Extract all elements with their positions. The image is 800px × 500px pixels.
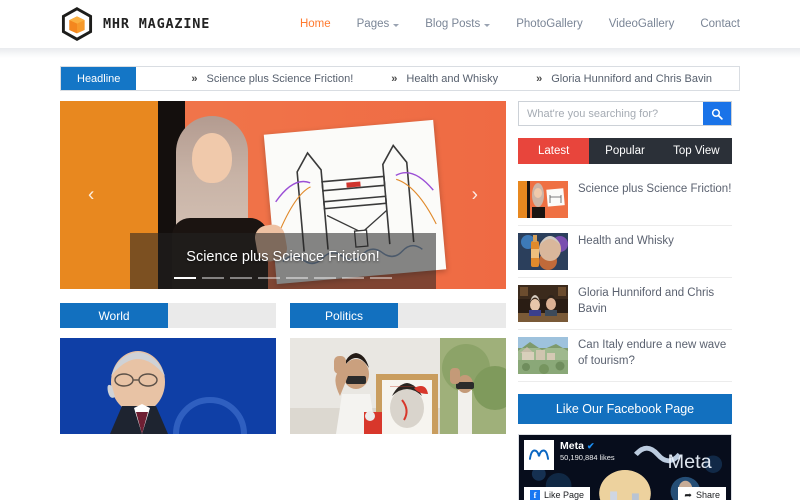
tab-popular[interactable]: Popular [589,138,661,164]
search-icon [711,108,723,120]
section-tabbar: Politics [290,303,506,328]
svg-text:Meta: Meta [668,451,712,473]
headline-item-label: Science plus Science Friction! [206,72,354,85]
facebook-page-avatar [524,440,554,470]
nav-item-photogallery[interactable]: PhotoGallery [516,18,582,30]
headline-item-label: Gloria Hunniford and Chris Bavin [551,72,713,85]
list-item[interactable]: Health and Whisky [518,226,732,278]
search-bar [518,101,732,126]
headline-track: » Science plus Science Friction! » Healt… [136,67,739,90]
nav-item-blog-posts[interactable]: Blog Posts [425,18,491,30]
facebook-share-button[interactable]: ➦ Share [678,487,726,500]
facebook-f-icon: f [530,490,540,500]
slider-indicator-dot[interactable] [314,276,336,279]
slider-indicators [140,276,426,279]
nav-item-label: Blog Posts [425,18,481,30]
share-arrow-icon: ➦ [684,489,692,500]
section-image-world[interactable] [60,338,276,434]
list-item[interactable]: Science plus Science Friction! [518,174,732,226]
headline-badge: Headline [61,67,137,90]
nav-item-videogallery[interactable]: VideoGallery [609,18,675,30]
facebook-share-label: Share [695,490,720,500]
facebook-like-page-button[interactable]: f Like Page [524,487,591,500]
nav-item-home[interactable]: Home [300,18,331,30]
main-column: ‹ › Science plus Science Friction! World… [60,101,506,434]
slider-indicator-dot[interactable] [342,276,364,279]
facebook-likes-count: 50,190,884 likes [560,452,615,462]
headline-item-label: Health and Whisky [406,72,499,85]
slider-indicator-dot[interactable] [286,276,308,279]
slider-indicator-dot[interactable] [202,276,224,279]
post-thumbnail [518,285,568,322]
featured-slider[interactable]: ‹ › Science plus Science Friction! [60,101,506,289]
brand-logo[interactable]: MHR MAGAZINE [60,7,210,41]
list-item[interactable]: Gloria Hunniford and Chris Bavin [518,278,732,330]
svg-text:—————: ————— [390,384,415,390]
facebook-like-page-label: Like Page [544,490,585,500]
tab-latest[interactable]: Latest [518,138,590,164]
slide-caption: Science plus Science Friction! [130,232,436,289]
slide-caption-title: Science plus Science Friction! [186,248,380,265]
main-navigation: Home Pages Blog Posts PhotoGallery Video… [300,18,740,30]
nav-item-label: PhotoGallery [516,18,583,30]
post-thumbnail [518,337,568,374]
slider-next-button[interactable]: › [472,186,478,205]
facebook-page-header: Meta ✔ 50,190,884 likes [524,440,615,470]
headline-item[interactable]: » Gloria Hunniford and Chris Bavin [536,73,739,85]
chevron-down-icon [393,23,400,27]
nav-item-label: VideoGallery [608,18,675,30]
slider-prev-button[interactable]: ‹ [88,186,94,205]
double-chevron-icon: » [536,72,543,85]
facebook-page-widget[interactable]: Meta Meta ✔ 50,190,884 likes f Like Page… [518,434,732,500]
page-content: ‹ › Science plus Science Friction! World… [0,91,800,500]
headline-item[interactable]: » Health and Whisky [391,73,536,85]
brand-name: MHR MAGAZINE [103,16,211,32]
like-facebook-page-button[interactable]: Like Our Facebook Page [518,394,732,424]
post-title: Health and Whisky [578,235,674,247]
section-world: World [60,303,276,434]
category-sections: World Politics ————— [60,303,506,434]
post-title: Gloria Hunniford and Chris Bavin [578,287,715,315]
sidebar-post-list: Science plus Science Friction! Health an… [518,174,732,382]
tab-top-view[interactable]: Top View [660,138,732,164]
header-divider [0,48,800,58]
nav-item-label: Pages [356,18,390,30]
search-button[interactable] [703,102,731,125]
facebook-widget-actions: f Like Page ➦ Share [524,487,726,500]
site-header: MHR MAGAZINE Home Pages Blog Posts Photo… [0,0,800,48]
post-title: Can Italy endure a new wave of tourism? [578,339,727,367]
section-tab-politics[interactable]: Politics [290,303,398,328]
nav-item-label: Contact [700,18,740,30]
nav-item-pages[interactable]: Pages [357,18,400,30]
nav-item-label: Home [299,18,331,30]
facebook-page-name: Meta [560,440,584,452]
section-politics: Politics ————— [290,303,506,434]
facebook-page-meta: Meta ✔ 50,190,884 likes [560,440,615,462]
facebook-page-name-row: Meta ✔ [560,440,615,453]
headline-item[interactable]: » Science plus Science Friction! [191,73,391,85]
sidebar: Latest Popular Top View [518,101,732,500]
headline-ticker: Headline » Science plus Science Friction… [60,66,740,91]
post-title: Science plus Science Friction! [578,183,732,195]
double-chevron-icon: » [391,72,398,85]
slider-indicator-dot[interactable] [258,276,280,279]
slider-indicator-dot[interactable] [230,276,252,279]
list-item[interactable]: Can Italy endure a new wave of tourism? [518,330,732,382]
post-thumbnail [518,233,568,270]
headline-ticker-section: Headline » Science plus Science Friction… [0,58,800,91]
search-input[interactable] [519,102,703,125]
section-tabbar: World [60,303,276,328]
nav-item-contact[interactable]: Contact [700,18,740,30]
slider-indicator-dot[interactable] [370,276,392,279]
meta-logo-icon [528,449,550,460]
section-image-politics[interactable]: ————— [290,338,506,434]
chevron-down-icon [484,23,491,27]
hexagon-box-logo-icon [60,7,94,41]
verified-badge-icon: ✔ [586,440,595,451]
section-tab-world[interactable]: World [60,303,168,328]
sidebar-tabs: Latest Popular Top View [518,138,732,164]
post-thumbnail [518,181,568,218]
double-chevron-icon: » [191,72,198,85]
slider-indicator-dot[interactable] [174,276,196,279]
